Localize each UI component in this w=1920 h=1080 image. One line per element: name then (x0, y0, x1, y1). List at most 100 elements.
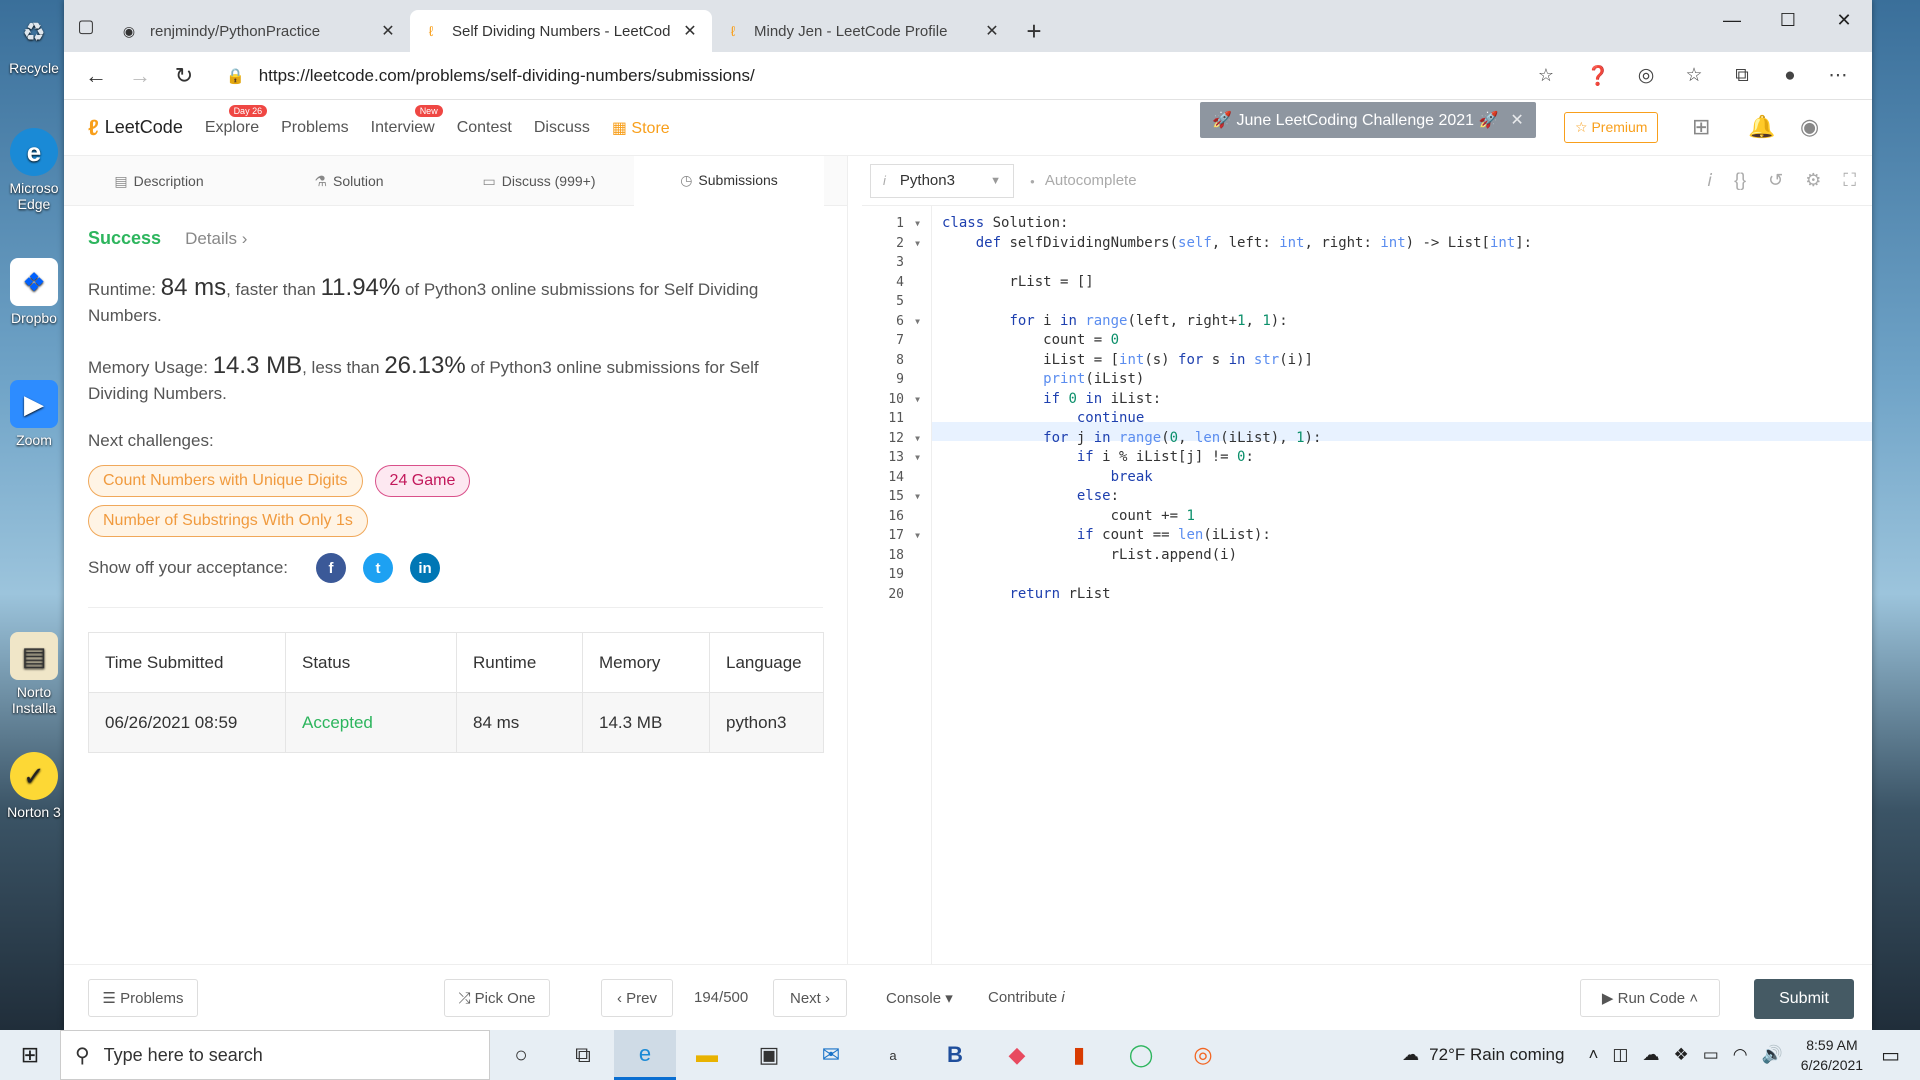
reset-icon[interactable]: ↺ (1768, 170, 1783, 191)
fold-arrow-icon[interactable]: ▼ (915, 234, 920, 253)
problems-button[interactable]: ☰ Problems (88, 979, 198, 1017)
task-view-icon[interactable]: ⧉ (552, 1030, 614, 1080)
leetcode-logo[interactable]: ℓ LeetCode (88, 115, 183, 141)
challenge-chip[interactable]: Count Numbers with Unique Digits (88, 465, 363, 497)
more-menu-icon[interactable]: ⋯ (1814, 58, 1862, 94)
maximize-icon[interactable]: ☐ (1760, 0, 1816, 40)
new-tab-button[interactable]: + (1014, 10, 1054, 52)
settings-icon[interactable]: ⚙ (1805, 170, 1821, 191)
file-explorer-icon[interactable]: ▬ (676, 1030, 738, 1080)
run-code-button[interactable]: ▶ Run Code ˄ (1580, 979, 1720, 1017)
nav-discuss[interactable]: Discuss (534, 119, 590, 137)
cortana-icon[interactable]: ○ (490, 1030, 552, 1080)
nav-contest[interactable]: Contest (457, 119, 512, 137)
challenge-banner[interactable]: 🚀 June LeetCoding Challenge 2021 🚀 ✕ (1200, 102, 1536, 138)
profile-avatar-icon[interactable]: ● (1766, 58, 1814, 94)
tab-description[interactable]: ▤ Description (64, 156, 254, 206)
code-line[interactable]: iList = [int(s) for s in str(i)] (932, 351, 1872, 370)
twitter-icon[interactable]: t (363, 553, 394, 583)
norton-shortcut-icon[interactable]: ✓ Norton 3 (4, 752, 64, 820)
clock[interactable]: 8:59 AM 6/26/2021 (1801, 1035, 1863, 1075)
booking-icon[interactable]: B (924, 1030, 986, 1080)
fold-arrow-icon[interactable]: ▼ (915, 526, 920, 545)
favorites-icon[interactable]: ☆ (1670, 58, 1718, 94)
taskbar-search[interactable]: ⚲ Type here to search (60, 1030, 490, 1080)
fold-arrow-icon[interactable]: ▼ (915, 448, 920, 467)
user-account-icon[interactable]: ◉ (1800, 114, 1819, 140)
mail-icon[interactable]: ✉ (800, 1030, 862, 1080)
challenge-chip[interactable]: Number of Substrings With Only 1s (88, 505, 368, 537)
details-link[interactable]: Details › (185, 229, 247, 249)
close-icon[interactable]: ✕ (1510, 110, 1523, 130)
chevron-up-icon[interactable]: ˄ (1588, 1045, 1598, 1065)
fold-arrow-icon[interactable]: ▼ (915, 312, 920, 331)
next-button[interactable]: Next › (773, 979, 847, 1017)
code-editor[interactable]: 1 ▼ 2 ▼ 3 4 5 6 ▼ 7 8 9 10 ▼ 11 12 ▼ 13 ▼ 14 15 ▼ 16 17 ▼ 18 19 20 … (862, 206, 1872, 964)
code-line[interactable]: count = 0 (932, 331, 1872, 350)
language-select[interactable]: i Python3 ▼ (870, 163, 1014, 198)
app-ring-icon[interactable]: ◯ (1110, 1030, 1172, 1080)
volume-icon[interactable]: 🔊 (1762, 1045, 1783, 1065)
tab-actions-icon[interactable]: ▢ (64, 0, 108, 52)
fold-arrow-icon[interactable]: ▼ (915, 214, 920, 233)
edge-taskbar-icon[interactable]: e (614, 1030, 676, 1080)
amazon-icon[interactable]: a (862, 1030, 924, 1080)
tray-app-icon[interactable]: ◫ (1612, 1045, 1628, 1065)
collections-icon[interactable]: ⧉ (1718, 58, 1766, 94)
app-icon[interactable]: ◎ (1172, 1030, 1234, 1080)
add-favorite-icon[interactable]: ☆ (1538, 65, 1554, 86)
code-line[interactable]: if i % iList[j] != 0: (932, 448, 1872, 467)
nav-explore[interactable]: Explore Day 26 (205, 104, 268, 137)
back-button[interactable]: ← (74, 58, 118, 94)
code-line[interactable]: print(iList) (932, 370, 1872, 389)
info-icon[interactable]: 𝑖 (1707, 170, 1712, 191)
close-icon[interactable]: ✕ (378, 21, 398, 41)
wifi-icon[interactable]: ◠ (1733, 1045, 1748, 1065)
office-icon[interactable]: ▮ (1048, 1030, 1110, 1080)
close-icon[interactable]: ✕ (680, 21, 700, 41)
code-line[interactable]: return rList (932, 585, 1872, 604)
code-line[interactable]: count += 1 (932, 507, 1872, 526)
tab-discuss[interactable]: ▭ Discuss (999+) (444, 156, 634, 206)
url-field[interactable]: 🔒 https://leetcode.com/problems/self-div… (214, 58, 1566, 94)
fold-arrow-icon[interactable]: ▼ (915, 390, 920, 409)
zoom-shortcut-icon[interactable]: ▶ Zoom (4, 380, 64, 448)
minimize-icon[interactable]: — (1704, 0, 1760, 40)
premium-button[interactable]: ☆ Premium (1564, 112, 1659, 143)
pick-one-button[interactable]: ⤮ Pick One (444, 979, 550, 1017)
code-line[interactable]: def selfDividingNumbers(self, left: int,… (932, 234, 1872, 253)
tab-submissions[interactable]: ◷ Submissions (634, 156, 824, 206)
challenge-chip[interactable]: 24 Game (374, 465, 471, 497)
code-line[interactable]: else: (932, 487, 1872, 506)
nav-problems[interactable]: Problems (281, 119, 349, 137)
dropbox-tray-icon[interactable]: ❖ (1673, 1045, 1688, 1065)
tab-github[interactable]: ◉ renjmindy/PythonPractice ✕ (108, 10, 410, 52)
console-toggle[interactable]: Console ▾ (886, 989, 953, 1007)
code-line[interactable]: for j in range(0, len(iList), 1): (932, 429, 1872, 448)
help-extension-icon[interactable]: ❓ (1574, 58, 1622, 94)
norton-installer-icon[interactable]: ▤ Norto Installa (4, 632, 64, 716)
cell-status[interactable]: Accepted (285, 692, 457, 753)
notifications-icon[interactable]: ▭ (1881, 1043, 1900, 1068)
facebook-icon[interactable]: f (316, 553, 347, 583)
code-area[interactable]: class Solution: def selfDividingNumbers(… (932, 206, 1872, 964)
edge-shortcut-icon[interactable]: e Microso Edge (4, 128, 64, 212)
code-line[interactable]: rList = [] (932, 273, 1872, 292)
code-line[interactable]: continue (932, 409, 1872, 428)
notification-bell-icon[interactable]: 🔔 (1748, 114, 1775, 140)
forward-button[interactable]: → (118, 58, 162, 94)
code-line[interactable]: break (932, 468, 1872, 487)
fold-arrow-icon[interactable]: ▼ (915, 429, 920, 448)
submit-button[interactable]: Submit (1754, 979, 1854, 1019)
fullscreen-icon[interactable]: ⛶ (1843, 170, 1856, 191)
cloud-icon[interactable]: ☁ (1642, 1045, 1659, 1065)
code-line[interactable] (932, 565, 1872, 584)
extension-icon[interactable]: ◎ (1622, 58, 1670, 94)
prev-button[interactable]: ‹ Prev (601, 979, 673, 1017)
app-icon[interactable]: ◆ (986, 1030, 1048, 1080)
weather-text[interactable]: 72°F Rain coming (1429, 1045, 1564, 1065)
battery-icon[interactable]: ▭ (1703, 1045, 1719, 1065)
close-icon[interactable]: ✕ (982, 21, 1002, 41)
code-line[interactable]: if 0 in iList: (932, 390, 1872, 409)
recycle-bin-icon[interactable]: ♻ Recycle (4, 8, 64, 77)
